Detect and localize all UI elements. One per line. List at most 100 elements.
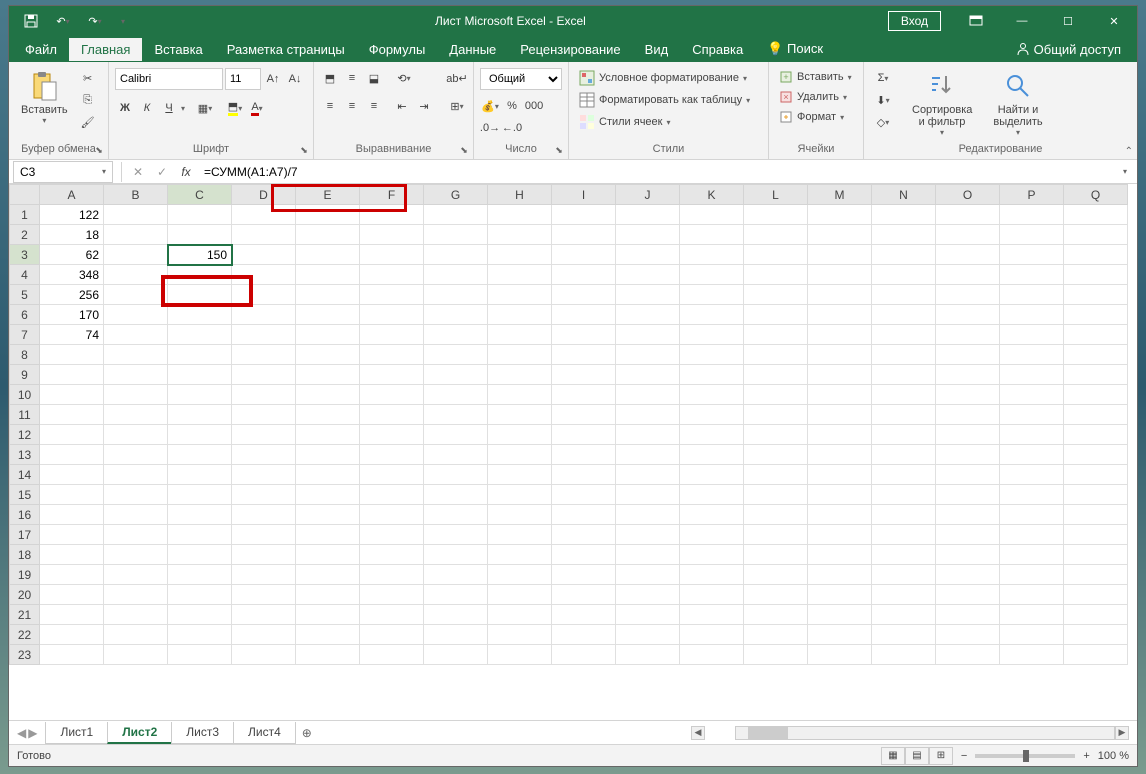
cell[interactable]: [424, 465, 488, 485]
cell[interactable]: [744, 645, 808, 665]
column-header[interactable]: K: [680, 185, 744, 205]
cell[interactable]: [1064, 625, 1128, 645]
cell[interactable]: [808, 305, 872, 325]
align-left-button[interactable]: ≡: [320, 96, 340, 116]
cell[interactable]: [1000, 405, 1064, 425]
cell[interactable]: [1064, 565, 1128, 585]
cell[interactable]: [232, 565, 296, 585]
cell[interactable]: [40, 405, 104, 425]
column-header[interactable]: J: [616, 185, 680, 205]
cell[interactable]: [168, 225, 232, 245]
column-header[interactable]: Q: [1064, 185, 1128, 205]
cell[interactable]: [616, 405, 680, 425]
cell[interactable]: [552, 465, 616, 485]
cell[interactable]: [680, 265, 744, 285]
cell[interactable]: [680, 605, 744, 625]
cell[interactable]: 170: [40, 305, 104, 325]
cell[interactable]: [40, 645, 104, 665]
cell[interactable]: [232, 405, 296, 425]
cell[interactable]: [296, 345, 360, 365]
cell[interactable]: [296, 265, 360, 285]
cell[interactable]: [1000, 445, 1064, 465]
cell[interactable]: [616, 465, 680, 485]
cell[interactable]: [1000, 285, 1064, 305]
cell[interactable]: [168, 265, 232, 285]
column-header[interactable]: N: [872, 185, 936, 205]
font-name-select[interactable]: [115, 68, 223, 90]
row-header[interactable]: 17: [10, 525, 40, 545]
cell[interactable]: [232, 645, 296, 665]
cell[interactable]: [1064, 645, 1128, 665]
cell[interactable]: [680, 305, 744, 325]
cell[interactable]: [1064, 385, 1128, 405]
cell[interactable]: [744, 285, 808, 305]
cell[interactable]: [744, 205, 808, 225]
cell[interactable]: [360, 445, 424, 465]
cell[interactable]: [680, 205, 744, 225]
cell[interactable]: [424, 405, 488, 425]
cell[interactable]: [360, 545, 424, 565]
cell[interactable]: [296, 305, 360, 325]
cell[interactable]: [424, 625, 488, 645]
cell[interactable]: [296, 565, 360, 585]
cell[interactable]: [360, 645, 424, 665]
cell[interactable]: [936, 225, 1000, 245]
cell[interactable]: [936, 285, 1000, 305]
cell[interactable]: [1000, 265, 1064, 285]
cell[interactable]: [616, 325, 680, 345]
cell[interactable]: [936, 445, 1000, 465]
cell[interactable]: [360, 365, 424, 385]
cell[interactable]: [872, 405, 936, 425]
cell[interactable]: [936, 385, 1000, 405]
cell[interactable]: [360, 485, 424, 505]
column-header[interactable]: E: [296, 185, 360, 205]
cell[interactable]: [232, 205, 296, 225]
cell[interactable]: [168, 365, 232, 385]
cell[interactable]: [872, 245, 936, 265]
cell-styles-button[interactable]: Стили ячеек▾: [575, 112, 754, 132]
cell[interactable]: [808, 405, 872, 425]
cell[interactable]: [40, 465, 104, 485]
cell[interactable]: [808, 325, 872, 345]
cell[interactable]: [360, 425, 424, 445]
cell[interactable]: [552, 605, 616, 625]
cell[interactable]: [104, 605, 168, 625]
cell[interactable]: [424, 225, 488, 245]
cell[interactable]: [744, 585, 808, 605]
cell[interactable]: [872, 465, 936, 485]
cell[interactable]: [552, 545, 616, 565]
cell[interactable]: [680, 425, 744, 445]
column-header[interactable]: I: [552, 185, 616, 205]
spreadsheet-grid[interactable]: ABCDEFGHIJKLMNOPQ11222183621504348525661…: [9, 184, 1137, 720]
redo-button[interactable]: ↷▾: [81, 7, 109, 35]
sheet-tab[interactable]: Лист1: [45, 722, 108, 744]
cell[interactable]: [1000, 305, 1064, 325]
search-button[interactable]: 💡 Поиск: [755, 37, 835, 61]
underline-drop[interactable]: ▾: [181, 104, 185, 113]
row-header[interactable]: 6: [10, 305, 40, 325]
cell[interactable]: 74: [40, 325, 104, 345]
row-header[interactable]: 12: [10, 425, 40, 445]
cell[interactable]: [872, 565, 936, 585]
row-header[interactable]: 20: [10, 585, 40, 605]
cell[interactable]: [168, 625, 232, 645]
cell[interactable]: [488, 485, 552, 505]
cell[interactable]: [1000, 205, 1064, 225]
cell[interactable]: [488, 445, 552, 465]
cell[interactable]: [488, 325, 552, 345]
align-top-button[interactable]: ⬒: [320, 68, 340, 88]
cell[interactable]: [488, 425, 552, 445]
cell[interactable]: [872, 505, 936, 525]
cell[interactable]: [616, 205, 680, 225]
cell[interactable]: [552, 405, 616, 425]
cell[interactable]: [872, 525, 936, 545]
cell[interactable]: [104, 465, 168, 485]
cell[interactable]: [1000, 585, 1064, 605]
cell[interactable]: [1000, 605, 1064, 625]
row-header[interactable]: 13: [10, 445, 40, 465]
cell[interactable]: [936, 405, 1000, 425]
cell[interactable]: [168, 285, 232, 305]
cell[interactable]: [680, 525, 744, 545]
underline-button[interactable]: Ч: [159, 98, 179, 118]
cell[interactable]: 18: [40, 225, 104, 245]
